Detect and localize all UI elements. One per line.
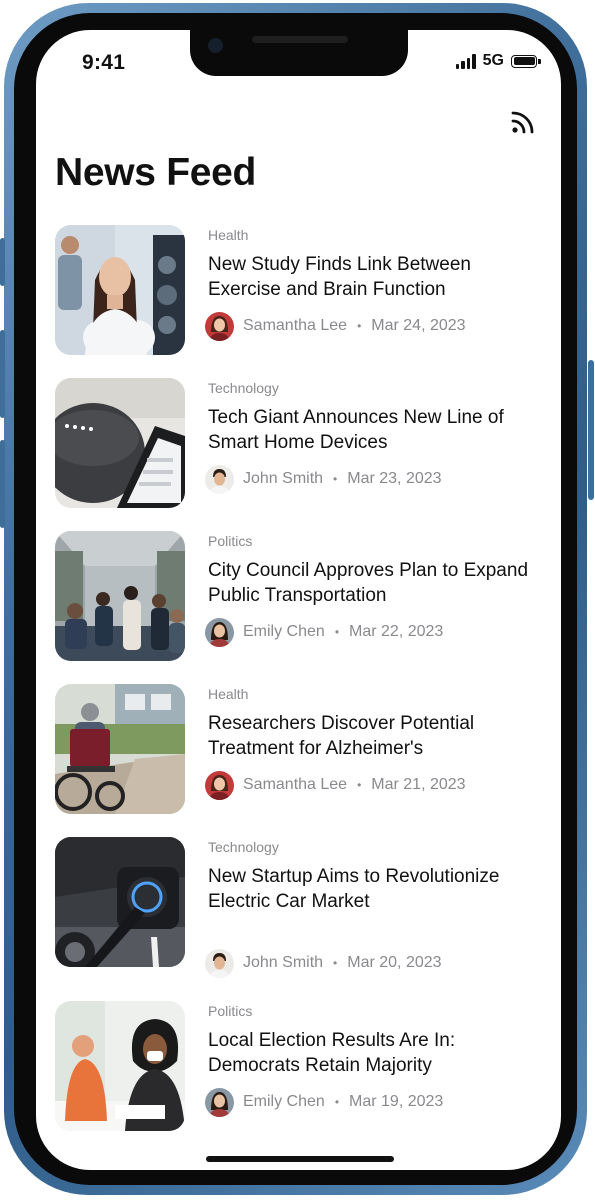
article-thumbnail: [55, 378, 185, 508]
separator-dot: •: [333, 956, 338, 970]
article-category: Technology: [208, 839, 279, 855]
article-thumbnail: [55, 225, 185, 355]
separator-dot: •: [334, 1095, 340, 1109]
author-name: Emily Chen: [243, 1093, 325, 1110]
article-category: Health: [208, 686, 249, 702]
avatar: [205, 617, 234, 647]
article-date: Mar 20, 2023: [347, 954, 442, 971]
author-name: John Smith: [243, 954, 324, 971]
signal-bars-icon: [455, 53, 476, 69]
power-button: [588, 360, 594, 500]
page-title: News Feed: [55, 151, 257, 194]
separator-dot: •: [334, 625, 340, 639]
notch: [190, 30, 408, 76]
separator-dot: •: [357, 319, 362, 333]
avatar: [205, 464, 234, 494]
author-name: Emily Chen: [243, 623, 325, 640]
avatar: [205, 948, 234, 978]
separator-dot: •: [333, 472, 338, 486]
phone-screen: 9:41 5G News Feed Health New Study Finds…: [36, 30, 561, 1170]
article-meta: Samantha Lee • Mar 21, 2023: [205, 770, 466, 800]
article-date: Mar 21, 2023: [371, 776, 466, 793]
silent-switch: [0, 238, 5, 286]
avatar: [205, 770, 234, 800]
separator-dot: •: [357, 778, 362, 792]
article-title: Tech Giant Announces New Line of Smart H…: [208, 407, 504, 453]
article-meta: John Smith • Mar 20, 2023: [205, 948, 442, 978]
author-name: Samantha Lee: [243, 317, 348, 334]
article-date: Mar 23, 2023: [347, 470, 442, 487]
network-label: 5G: [482, 52, 504, 69]
volume-down-button: [0, 440, 5, 528]
article-title: New Study Finds Link Between Exercise an…: [208, 254, 471, 300]
article-date: Mar 22, 2023: [349, 623, 444, 640]
article-category: Politics: [208, 533, 253, 549]
article-thumbnail: [55, 837, 185, 967]
article-category: Health: [208, 227, 249, 243]
article-meta: John Smith • Mar 23, 2023: [205, 464, 442, 494]
rss-feed-button[interactable]: [509, 108, 537, 136]
author-name: Samantha Lee: [243, 776, 348, 793]
article-title: Local Election Results Are In: Democrats…: [208, 1030, 456, 1076]
earpiece-speaker: [252, 36, 348, 43]
status-indicators: 5G: [455, 52, 541, 70]
article-title: Researchers Discover Potential Treatment…: [208, 713, 475, 759]
article-meta: Emily Chen • Mar 19, 2023: [205, 1087, 443, 1117]
article-category: Politics: [208, 1003, 253, 1019]
status-time: 9:41: [82, 51, 126, 74]
article-meta: Emily Chen • Mar 22, 2023: [205, 617, 443, 647]
article-thumbnail: [55, 684, 185, 814]
avatar: [205, 1087, 234, 1117]
home-indicator[interactable]: [206, 1156, 394, 1162]
avatar: [205, 311, 234, 341]
front-camera: [208, 38, 223, 53]
author-name: John Smith: [243, 470, 324, 487]
article-thumbnail: [55, 1001, 185, 1131]
article-thumbnail: [55, 531, 185, 661]
volume-up-button: [0, 330, 5, 418]
battery-full-icon: [511, 54, 541, 68]
article-category: Technology: [208, 380, 279, 396]
rss-feed-icon: [511, 111, 534, 134]
article-meta: Samantha Lee • Mar 24, 2023: [205, 311, 466, 341]
article-title: New Startup Aims to Revolutionize Electr…: [208, 866, 500, 912]
article-date: Mar 24, 2023: [371, 317, 466, 334]
article-title: City Council Approves Plan to Expand Pub…: [208, 560, 529, 606]
article-date: Mar 19, 2023: [349, 1093, 444, 1110]
